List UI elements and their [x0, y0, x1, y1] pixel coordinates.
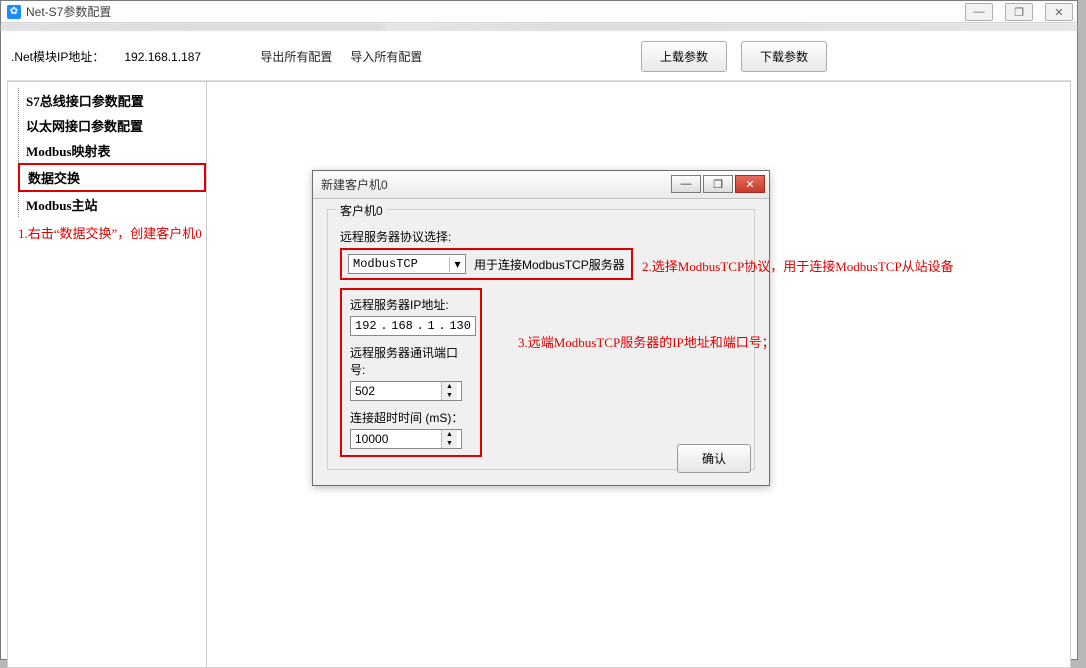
protocol-highlight: ModbusTCP ▾ 用于连接ModbusTCP服务器	[340, 248, 633, 280]
spin-down-icon[interactable]: ▼	[442, 439, 457, 448]
sidebar: S7总线接口参数配置 以太网接口参数配置 Modbus映射表 数据交换 Modb…	[7, 81, 207, 668]
timeout-value[interactable]	[351, 430, 441, 448]
remote-port-label: 远程服务器通讯端口号:	[350, 344, 472, 378]
dialog-title: 新建客户机0	[321, 176, 388, 193]
remote-ip-input[interactable]: 192. 168. 1. 130	[350, 316, 476, 336]
window-controls: — ❐ ✕	[965, 3, 1073, 21]
window-title: Net-S7参数配置	[26, 3, 111, 20]
maximize-button[interactable]: ❐	[1005, 3, 1033, 21]
top-section: .Net模块IP地址： 192.168.1.187 导出所有配置 导入所有配置 …	[1, 31, 1077, 80]
nav-s7-bus[interactable]: S7总线接口参数配置	[18, 88, 206, 113]
spin-up-icon[interactable]: ▲	[442, 430, 457, 439]
chevron-down-icon[interactable]: ▾	[449, 257, 465, 272]
dialog-maximize-button[interactable]: ❐	[703, 175, 733, 193]
module-ip-label: .Net模块IP地址：	[11, 48, 104, 65]
app-icon: ✿	[7, 5, 21, 19]
remote-port-input[interactable]: ▲▼	[350, 381, 462, 401]
minimize-button[interactable]: —	[965, 3, 993, 21]
blurred-toolbar	[1, 23, 1077, 31]
nav-data-exchange[interactable]: 数据交换	[18, 163, 206, 192]
ok-button[interactable]: 确认	[677, 444, 751, 473]
annotation-3: 3.远端ModbusTCP服务器的IP地址和端口号；	[518, 332, 775, 351]
close-button[interactable]: ✕	[1045, 3, 1073, 21]
dialog-titlebar: 新建客户机0 — ❐ ✕	[313, 171, 769, 199]
download-params-button[interactable]: 下载参数	[741, 41, 827, 72]
dialog-minimize-button[interactable]: —	[671, 175, 701, 193]
nav-modbus-map[interactable]: Modbus映射表	[18, 138, 206, 163]
fieldset-legend: 客户机0	[336, 202, 387, 219]
module-ip-value[interactable]: 192.168.1.187	[120, 48, 230, 66]
nav-ethernet[interactable]: 以太网接口参数配置	[18, 113, 206, 138]
annotation-2: 2.选择ModbusTCP协议，用于连接ModbusTCP从站设备	[642, 256, 954, 275]
protocol-value: ModbusTCP	[349, 257, 449, 271]
titlebar: ✿ Net-S7参数配置 — ❐ ✕	[1, 1, 1077, 23]
spin-up-icon[interactable]: ▲	[442, 382, 457, 391]
dialog-close-button[interactable]: ✕	[735, 175, 765, 193]
ip-port-highlight: 远程服务器IP地址: 192. 168. 1. 130 远程服务器通讯端口号: …	[340, 288, 482, 457]
export-config-link[interactable]: 导出所有配置	[260, 48, 332, 65]
timeout-input[interactable]: ▲▼	[350, 429, 462, 449]
annotation-1: 1.右击“数据交换”，创建客户机0	[18, 223, 206, 242]
timeout-label: 连接超时时间 (mS)：	[350, 409, 472, 426]
protocol-select[interactable]: ModbusTCP ▾	[348, 254, 466, 274]
protocol-label: 远程服务器协议选择:	[340, 228, 742, 245]
upload-params-button[interactable]: 上载参数	[641, 41, 727, 72]
nav-tree: S7总线接口参数配置 以太网接口参数配置 Modbus映射表 数据交换 Modb…	[18, 88, 206, 217]
protocol-hint: 用于连接ModbusTCP服务器	[474, 256, 625, 273]
nav-modbus-master[interactable]: Modbus主站	[18, 192, 206, 217]
remote-ip-label: 远程服务器IP地址:	[350, 296, 472, 313]
import-config-link[interactable]: 导入所有配置	[350, 48, 422, 65]
new-client-dialog: 新建客户机0 — ❐ ✕ 客户机0 远程服务器协议选择: ModbusTCP ▾…	[312, 170, 770, 486]
remote-port-value[interactable]	[351, 382, 441, 400]
spin-down-icon[interactable]: ▼	[442, 391, 457, 400]
